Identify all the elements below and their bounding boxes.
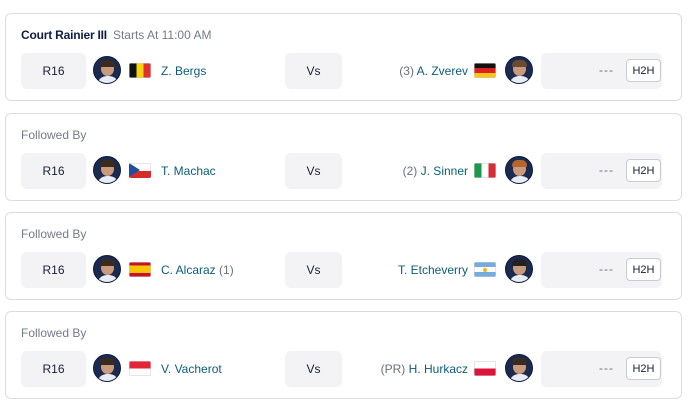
player2-name: A. Zverev (416, 64, 468, 78)
score-area: --- H2H (541, 351, 662, 387)
player2-seed: (2) (402, 164, 418, 178)
player1-avatar[interactable] (93, 156, 121, 184)
score-area: --- H2H (541, 153, 662, 189)
match-card: Followed By R16 T. Machac Vs (2) J. Sinn… (5, 113, 682, 201)
match-header: Court Rainier III Starts At 11:00 AM (21, 28, 211, 42)
followed-by-label: Followed By (21, 227, 87, 241)
round-badge: R16 (21, 252, 86, 288)
player2-name: J. Sinner (420, 164, 468, 178)
player2-name-link[interactable]: (3) A. Zverev (399, 64, 468, 78)
followed-by-label: Followed By (21, 128, 87, 142)
spain-flag-icon (129, 262, 151, 277)
score-placeholder: --- (599, 63, 614, 77)
score-placeholder: --- (599, 361, 614, 375)
court-name: Court Rainier III (21, 28, 107, 42)
round-badge: R16 (21, 351, 86, 387)
followed-by-label: Followed By (21, 326, 87, 340)
poland-flag-icon (474, 361, 496, 376)
player1-name-link[interactable]: V. Vacherot (161, 362, 222, 376)
match-row: R16 T. Machac Vs (2) J. Sinner --- H2H (21, 153, 662, 189)
match-row: R16 V. Vacherot Vs (PR) H. Hurkacz --- H… (21, 351, 662, 387)
versus-label: Vs (285, 53, 342, 89)
match-header: Followed By (21, 326, 86, 340)
match-header: Followed By (21, 128, 86, 142)
player1-seed: (1) (219, 263, 234, 277)
score-placeholder: --- (599, 163, 614, 177)
player2-name: T. Etcheverry (397, 263, 468, 277)
versus-label: Vs (285, 252, 342, 288)
monaco-flag-icon (129, 361, 151, 376)
player1-name-link[interactable]: T. Machac (161, 164, 216, 178)
round-badge: R16 (21, 53, 86, 89)
h2h-button[interactable]: H2H (626, 59, 661, 82)
player2-avatar[interactable] (505, 255, 533, 283)
player2-seed: (PR) (380, 362, 406, 376)
player1-avatar[interactable] (93, 56, 121, 84)
italy-flag-icon (474, 163, 496, 178)
match-header: Followed By (21, 227, 86, 241)
player2-name: H. Hurkacz (408, 362, 468, 376)
player1-name-link[interactable]: Z. Bergs (161, 64, 206, 78)
h2h-button[interactable]: H2H (626, 159, 661, 182)
player2-seed: (3) (399, 64, 414, 78)
score-area: --- H2H (541, 53, 662, 89)
player2-name-link[interactable]: (PR) H. Hurkacz (381, 362, 468, 376)
versus-label: Vs (285, 153, 342, 189)
player1-name: V. Vacherot (161, 362, 222, 376)
argentina-flag-icon (474, 262, 496, 277)
score-placeholder: --- (599, 262, 614, 276)
start-time: Starts At 11:00 AM (112, 28, 212, 42)
belgium-flag-icon (129, 63, 151, 78)
versus-label: Vs (285, 351, 342, 387)
player1-avatar[interactable] (93, 255, 121, 283)
player2-name-link[interactable]: T. Etcheverry (398, 263, 468, 277)
player1-name: Z. Bergs (161, 64, 207, 78)
score-area: --- H2H (541, 252, 662, 288)
player2-name-link[interactable]: (2) J. Sinner (403, 164, 468, 178)
player2-avatar[interactable] (505, 354, 533, 382)
player1-avatar[interactable] (93, 354, 121, 382)
match-row: R16 C. Alcaraz (1) Vs T. Etcheverry --- … (21, 252, 662, 288)
h2h-button[interactable]: H2H (626, 258, 661, 281)
match-card: Followed By R16 C. Alcaraz (1) Vs T. Etc… (5, 212, 682, 300)
h2h-button[interactable]: H2H (626, 357, 661, 380)
player1-name-link[interactable]: C. Alcaraz (1) (161, 263, 234, 277)
round-badge: R16 (21, 153, 86, 189)
match-row: R16 Z. Bergs Vs (3) A. Zverev --- H2H (21, 53, 662, 89)
match-card: Followed By R16 V. Vacherot Vs (PR) H. H… (5, 311, 682, 399)
czechia-flag-icon (129, 163, 151, 178)
player1-name: T. Machac (161, 164, 216, 178)
match-card: Court Rainier III Starts At 11:00 AM R16 … (5, 13, 682, 101)
player2-avatar[interactable] (505, 56, 533, 84)
player1-name: C. Alcaraz (161, 263, 216, 277)
germany-flag-icon (474, 63, 496, 78)
player2-avatar[interactable] (505, 156, 533, 184)
